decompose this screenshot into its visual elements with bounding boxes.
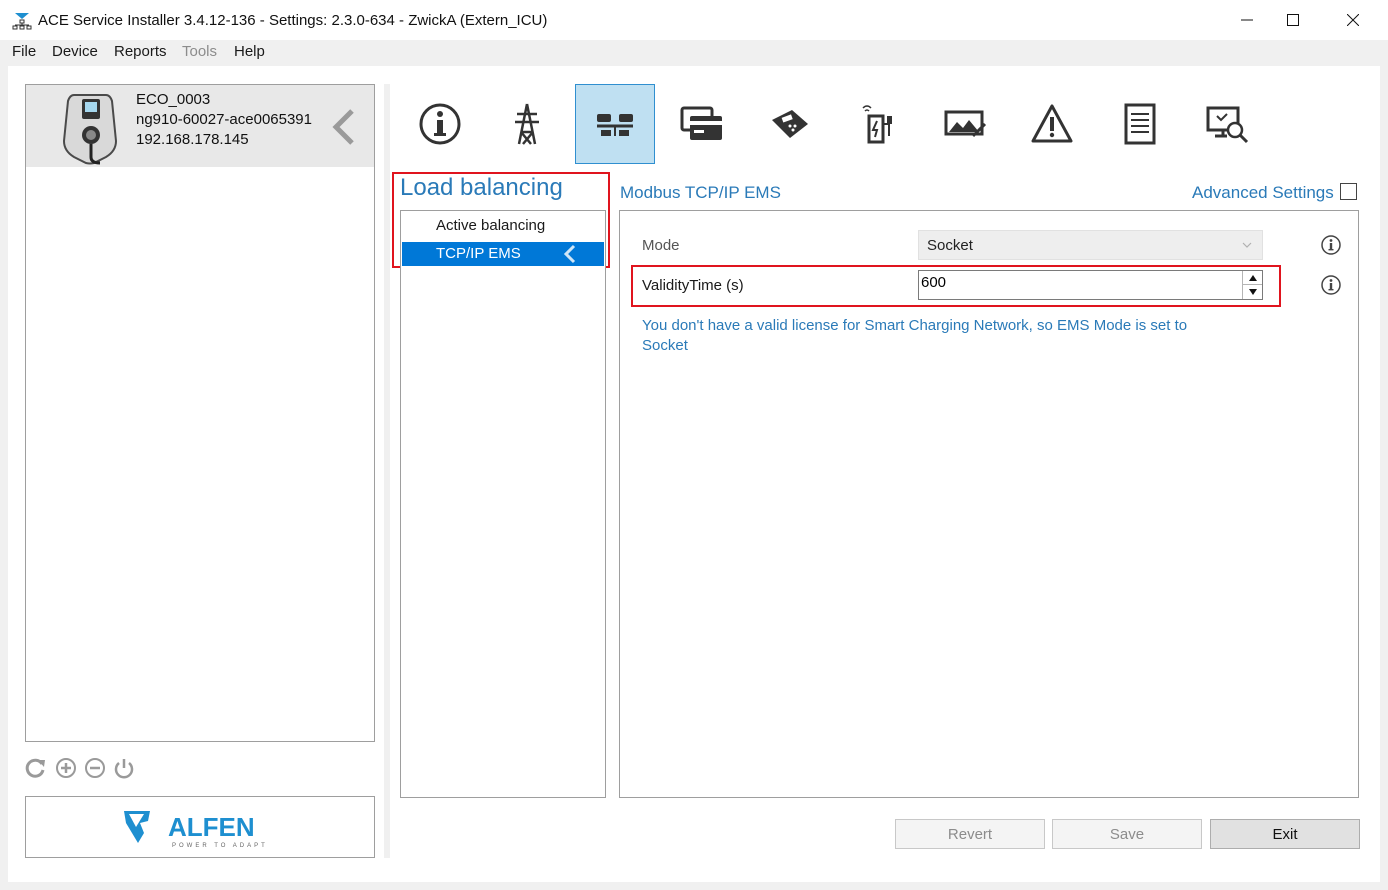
power-icon[interactable] xyxy=(113,757,135,779)
remove-icon[interactable] xyxy=(84,757,106,779)
mode-label: Mode xyxy=(642,237,680,254)
power-grid-icon xyxy=(515,103,539,145)
card-icon xyxy=(680,106,722,140)
tab-power-grid[interactable] xyxy=(487,84,567,164)
tab-diagnostics[interactable] xyxy=(1187,84,1267,164)
warning-icon xyxy=(1031,104,1073,143)
maximize-button[interactable] xyxy=(1270,0,1316,40)
chevron-down-icon xyxy=(1242,242,1252,248)
tab-warnings[interactable] xyxy=(1012,84,1092,164)
menu-tools: Tools xyxy=(182,43,218,60)
subnav-list: Active balancing TCP/IP EMS xyxy=(400,210,606,798)
triangle-up-icon xyxy=(1248,274,1257,281)
close-button[interactable] xyxy=(1330,0,1376,40)
tab-log[interactable] xyxy=(1100,84,1180,164)
info-icon[interactable] xyxy=(1320,234,1342,256)
tab-card[interactable] xyxy=(662,84,742,164)
refresh-icon[interactable] xyxy=(25,757,47,779)
menu-reports[interactable]: Reports xyxy=(114,43,167,60)
exit-button[interactable]: Exit xyxy=(1210,819,1360,849)
validity-time-stepper[interactable]: 600 xyxy=(918,270,1263,300)
advanced-settings-checkbox[interactable] xyxy=(1340,183,1357,200)
load-balancing-icon xyxy=(597,114,633,136)
info-icon[interactable] xyxy=(1320,274,1342,296)
log-icon xyxy=(1124,103,1156,145)
revert-button[interactable]: Revert xyxy=(895,819,1045,849)
device-list: ECO_0003 ng910-60027-ace0065391 192.168.… xyxy=(25,84,375,742)
stepper-buttons xyxy=(1242,271,1262,299)
tab-payment-terminal[interactable] xyxy=(750,84,830,164)
chevron-left-icon xyxy=(332,109,354,145)
save-button[interactable]: Save xyxy=(1052,819,1202,849)
tab-charging-station[interactable] xyxy=(837,84,917,164)
window-title: ACE Service Installer 3.4.12-136 - Setti… xyxy=(38,12,548,29)
chevron-left-icon xyxy=(563,244,576,264)
logo-tagline: POWER TO ADAPT xyxy=(172,843,268,849)
validity-time-label: ValidityTime (s) xyxy=(642,277,744,294)
alfen-logo: ALFEN POWER TO ADAPT xyxy=(124,811,268,849)
title-bar: ACE Service Installer 3.4.12-136 - Setti… xyxy=(0,0,1388,40)
maximize-icon xyxy=(1287,14,1299,26)
subnav-item-tcpip-ems[interactable]: TCP/IP EMS xyxy=(402,242,604,266)
device-entry[interactable]: ECO_0003 ng910-60027-ace0065391 192.168.… xyxy=(26,85,374,167)
tab-display[interactable] xyxy=(925,84,1005,164)
charging-station-icon xyxy=(862,105,892,144)
device-name: ECO_0003 xyxy=(136,91,211,108)
validity-time-value: 600 xyxy=(921,274,947,291)
section-title: Load balancing xyxy=(400,174,563,201)
mode-value: Socket xyxy=(927,237,973,254)
diagnostics-icon xyxy=(1206,106,1249,144)
logo-text: ALFEN xyxy=(168,812,255,842)
panel-title: Modbus TCP/IP EMS xyxy=(620,183,781,202)
menu-bar: File Device Reports Tools Help xyxy=(0,40,1388,64)
advanced-settings-label[interactable]: Advanced Settings xyxy=(1192,183,1334,203)
subnav-item-label: TCP/IP EMS xyxy=(436,245,521,262)
close-icon xyxy=(1347,14,1359,26)
subnav-item-active-balancing[interactable]: Active balancing xyxy=(402,214,604,238)
stepper-up-button[interactable] xyxy=(1243,271,1262,285)
info-icon xyxy=(419,103,461,145)
add-icon[interactable] xyxy=(55,757,77,779)
payment-terminal-icon xyxy=(772,110,808,138)
network-app-icon xyxy=(12,13,32,30)
tab-load-balancing[interactable] xyxy=(575,84,655,164)
device-serial: ng910-60027-ace0065391 xyxy=(136,111,312,128)
device-ip: 192.168.178.145 xyxy=(136,131,249,148)
mode-select[interactable]: Socket xyxy=(918,230,1263,260)
charger-device-icon xyxy=(62,94,118,165)
logo-box: ALFEN POWER TO ADAPT xyxy=(25,796,375,858)
display-icon xyxy=(944,110,987,138)
menu-file[interactable]: File xyxy=(12,43,36,60)
splitter[interactable] xyxy=(384,84,390,858)
stepper-down-button[interactable] xyxy=(1243,285,1262,299)
license-message: You don't have a valid license for Smart… xyxy=(642,317,1188,354)
menu-device[interactable]: Device xyxy=(52,43,98,60)
menu-help[interactable]: Help xyxy=(234,43,265,60)
tab-info[interactable] xyxy=(400,84,480,164)
minimize-button[interactable] xyxy=(1224,0,1270,40)
triangle-down-icon xyxy=(1248,289,1257,295)
minimize-icon xyxy=(1241,19,1253,21)
